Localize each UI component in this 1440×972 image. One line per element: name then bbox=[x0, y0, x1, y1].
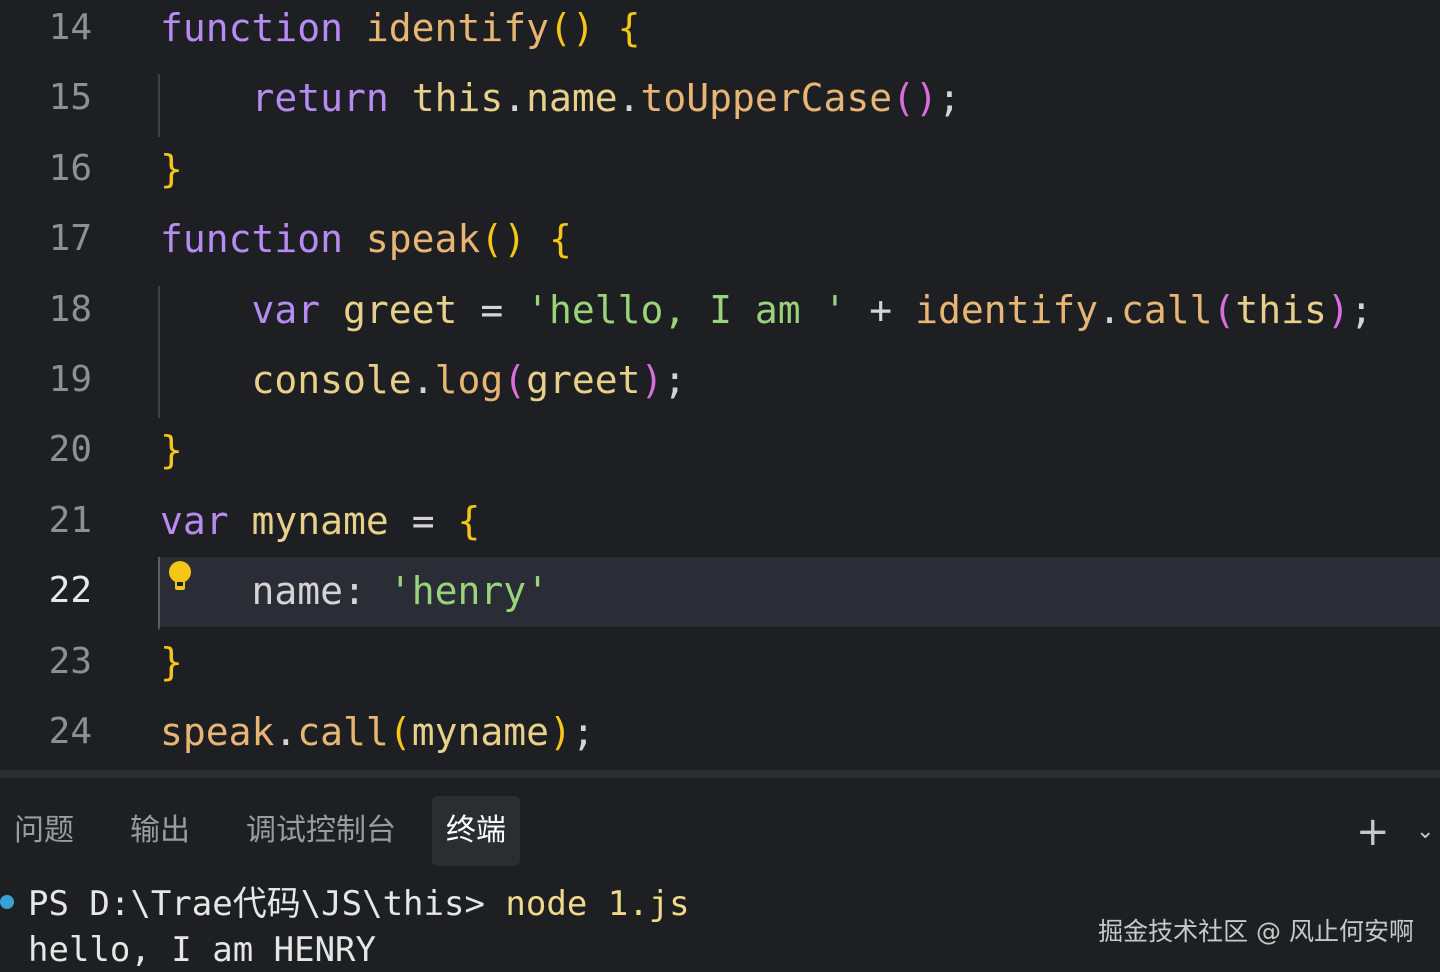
line-number: 18 bbox=[48, 288, 92, 330]
code-line[interactable]: 23} bbox=[0, 628, 1440, 698]
line-number: 23 bbox=[48, 640, 92, 682]
line-number: 21 bbox=[48, 499, 92, 541]
line-number: 16 bbox=[48, 147, 92, 189]
code-editor[interactable]: 14 function identify() { 15 return this.na… bbox=[0, 0, 1440, 770]
code-line[interactable]: 24 speak.call(myname); bbox=[0, 698, 1440, 768]
code-text: function identify() { bbox=[160, 6, 641, 50]
tab-terminal[interactable]: 终端 bbox=[432, 796, 520, 866]
code-line[interactable]: 21 var myname = { bbox=[0, 487, 1440, 557]
current-line-border bbox=[158, 557, 160, 628]
lightbulb-icon[interactable] bbox=[167, 560, 193, 594]
terminal-prompt: PS D:\Trae代码\JS\this> bbox=[28, 884, 506, 924]
terminal-output: hello, I am HENRY bbox=[28, 930, 376, 970]
code-line[interactable]: 20} bbox=[0, 416, 1440, 486]
watermark: 掘金技术社区 @ 风止何安啊 bbox=[1098, 917, 1414, 946]
line-number: 24 bbox=[48, 711, 92, 752]
code-line[interactable]: 15 return this.name.toUpperCase(); bbox=[0, 64, 1440, 134]
code-text: name: 'henry' bbox=[251, 569, 549, 614]
plus-icon[interactable]: + bbox=[1356, 804, 1390, 860]
code-text: console.log(greet); bbox=[251, 358, 687, 402]
code-line[interactable]: 14 function identify() { bbox=[0, 0, 1440, 64]
code-text: } bbox=[160, 146, 183, 191]
bottom-panel: 问题 输出 调试控制台 终端 + ⌄ PS D:\Trae代码\JS\this> no… bbox=[0, 778, 1440, 972]
code-line[interactable]: 19 console.log(greet); bbox=[0, 346, 1440, 416]
tab-problems[interactable]: 问题 bbox=[0, 796, 88, 866]
line-number: 19 bbox=[48, 359, 92, 400]
line-number: 17 bbox=[48, 218, 92, 260]
code-text: } bbox=[160, 639, 183, 684]
code-line[interactable]: 16} bbox=[0, 135, 1440, 205]
terminal-command: node 1.js bbox=[505, 884, 690, 924]
code-text: function speak() { bbox=[160, 217, 572, 262]
chevron-down-icon[interactable]: ⌄ bbox=[1416, 810, 1434, 854]
code-text: } bbox=[160, 428, 183, 473]
line-number: 14 bbox=[48, 7, 92, 48]
code-text: speak.call(myname); bbox=[160, 710, 595, 754]
line-number: 15 bbox=[48, 77, 92, 119]
line-number: 20 bbox=[48, 429, 92, 471]
code-line[interactable]: 18 var greet = 'hello, I am ' + identify… bbox=[0, 276, 1440, 346]
code-line[interactable]: 22 name: 'henry' bbox=[49, 557, 1440, 628]
code-text: return this.name.toUpperCase(); bbox=[251, 76, 961, 121]
tab-debug-console[interactable]: 调试控制台 bbox=[232, 796, 410, 866]
code-text: var greet = 'hello, I am ' + identify.ca… bbox=[251, 287, 1373, 332]
line-number: 22 bbox=[48, 570, 92, 612]
code-line[interactable]: 17 function speak() { bbox=[0, 205, 1440, 275]
terminal-status-dot bbox=[0, 895, 14, 909]
code-text: var myname = { bbox=[160, 498, 481, 543]
terminal-command-line: PS D:\Trae代码\JS\this> node 1.js bbox=[28, 882, 690, 926]
panel-divider[interactable] bbox=[0, 770, 1440, 778]
tab-output[interactable]: 输出 bbox=[116, 796, 204, 866]
